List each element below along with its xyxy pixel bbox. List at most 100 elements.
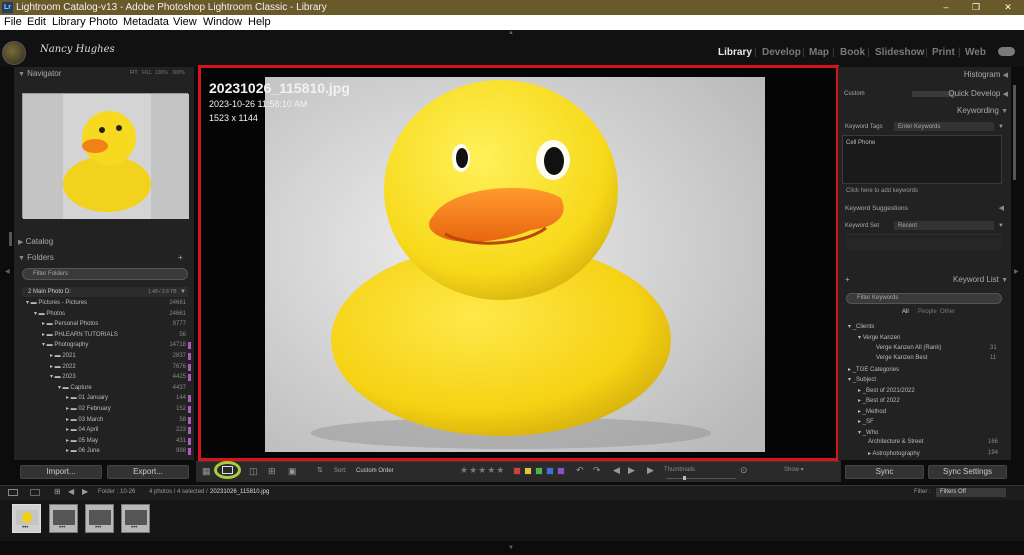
- keyword-tags-menu-icon[interactable]: ▼: [998, 122, 1004, 132]
- module-web[interactable]: Web: [965, 47, 986, 58]
- keywords-textarea[interactable]: Cell Phone: [842, 135, 1002, 184]
- folder-row[interactable]: ▸ ▬ 2021 2837: [18, 351, 192, 362]
- cloud-sync-icon[interactable]: [998, 47, 1015, 56]
- folder-row[interactable]: ▸ ▬ Personal Photos 9777: [18, 319, 192, 330]
- keyword-item[interactable]: ▸ _Method: [858, 408, 886, 415]
- previous-photo-icon[interactable]: ◀: [613, 465, 620, 476]
- keyword-suggestions-header[interactable]: Keyword Suggestions ◀: [842, 202, 1008, 215]
- folder-row[interactable]: ▸ ▬ 04 April 223: [18, 425, 192, 436]
- keyword-item[interactable]: ▸ _SF: [858, 418, 874, 425]
- thumbnail-size-slider[interactable]: [666, 478, 736, 479]
- folder-row[interactable]: ▾ ▬ Pictures - Pictures 24661: [18, 298, 192, 309]
- sync-settings-button[interactable]: Sync Settings: [928, 465, 1007, 479]
- module-slideshow[interactable]: Slideshow: [875, 47, 924, 58]
- filter-select[interactable]: Filters Off: [936, 488, 1006, 497]
- zoom-icon[interactable]: ⊙: [740, 465, 748, 476]
- menu-file[interactable]: File: [4, 15, 22, 30]
- catalog-header[interactable]: ▶ Catalog: [18, 235, 192, 248]
- rotate-right-icon[interactable]: ↷: [593, 465, 601, 476]
- folder-row[interactable]: ▸ ▬ PHLEARN TUTORIALS 56: [18, 330, 192, 341]
- add-folder-icon[interactable]: +: [178, 251, 183, 264]
- back-arrow-icon[interactable]: ◀: [68, 487, 74, 496]
- module-print[interactable]: Print: [932, 47, 955, 58]
- keyword-set-cell[interactable]: [846, 238, 898, 250]
- add-keywords-hint[interactable]: Click here to add keywords: [846, 188, 918, 194]
- filmstrip-thumb[interactable]: •••: [85, 504, 114, 533]
- loupe-view[interactable]: 20231026_115810.jpg 2023-10-26 11:58:10 …: [198, 65, 839, 461]
- zoom-fit[interactable]: FIT: [130, 67, 138, 80]
- module-library[interactable]: Library: [718, 47, 752, 58]
- keyword-item[interactable]: ▸ _Best of 2022: [858, 397, 900, 404]
- volume-menu-icon[interactable]: ▼: [180, 287, 186, 297]
- menu-window[interactable]: Window: [203, 15, 242, 30]
- slideshow-play-icon[interactable]: ▶: [647, 465, 654, 476]
- forward-arrow-icon[interactable]: ▶: [82, 487, 88, 496]
- right-panel-scrollbar[interactable]: [1013, 85, 1016, 180]
- keyword-item[interactable]: ▾ _Who: [858, 429, 878, 436]
- keyword-tab-people[interactable]: People: [918, 309, 937, 315]
- people-view-icon[interactable]: ▣: [288, 466, 297, 477]
- color-label-yellow[interactable]: [524, 467, 532, 475]
- grid-icon[interactable]: ⊞: [54, 487, 61, 496]
- filmstrip-selected-file[interactable]: 20231026_115810.jpg: [210, 489, 269, 495]
- quick-develop-header[interactable]: Quick Develop ◀: [842, 87, 1008, 100]
- keyword-item[interactable]: ▾ _Subject: [848, 376, 876, 383]
- minimize-button[interactable]: –: [932, 0, 960, 15]
- keyword-tags-row[interactable]: Keyword Tags Enter Keywords ▼: [842, 122, 1008, 132]
- color-label-purple[interactable]: [557, 467, 565, 475]
- folder-row[interactable]: ▸ ▬ 02 February 152: [18, 404, 192, 415]
- keyword-list-header[interactable]: + Keyword List ▼: [842, 273, 1008, 286]
- top-panel-toggle-icon[interactable]: ▲: [508, 30, 514, 36]
- secondary-window-icon[interactable]: [30, 489, 40, 496]
- close-button[interactable]: ✕: [994, 0, 1022, 15]
- compare-view-icon[interactable]: ◫: [249, 466, 258, 477]
- keyword-tags-select[interactable]: Enter Keywords: [894, 122, 994, 131]
- keywording-header[interactable]: Keywording ▼: [842, 104, 1008, 117]
- filmstrip-source[interactable]: Folder : 10-26: [98, 489, 135, 495]
- folder-row[interactable]: ▸ ▬ 05 May 431: [18, 436, 192, 447]
- main-photo-duck[interactable]: [201, 68, 836, 458]
- rotate-left-icon[interactable]: ↶: [576, 465, 584, 476]
- folder-row[interactable]: ▾ ▬ 2023 4425: [18, 372, 192, 383]
- keyword-item[interactable]: Architecture & Street: [868, 439, 923, 445]
- keyword-set-row[interactable]: Keyword Set Recent ▼: [842, 221, 1008, 231]
- menu-metadata[interactable]: Metadata: [123, 15, 169, 30]
- filmstrip-toggle-icon[interactable]: ▼: [508, 545, 514, 551]
- maximize-button[interactable]: ❐: [962, 0, 990, 15]
- color-label-green[interactable]: [535, 467, 543, 475]
- star-rating[interactable]: ★★★★★: [460, 465, 505, 476]
- histogram-header[interactable]: Histogram ◀: [842, 68, 1008, 81]
- keyword-item[interactable]: ▸ _Best of 2021/2022: [858, 387, 915, 394]
- module-develop[interactable]: Develop: [762, 47, 801, 58]
- import-button[interactable]: Import...: [20, 465, 102, 479]
- keyword-set-cell[interactable]: [898, 238, 950, 250]
- zoom-100[interactable]: 100%: [155, 67, 168, 80]
- zoom-fill[interactable]: FILL: [142, 67, 152, 80]
- color-label-blue[interactable]: [546, 467, 554, 475]
- navigator-preview[interactable]: [22, 93, 189, 219]
- module-map[interactable]: Map: [809, 47, 829, 58]
- add-keyword-icon[interactable]: +: [845, 273, 850, 286]
- menu-help[interactable]: Help: [248, 15, 271, 30]
- main-window-icon[interactable]: [8, 489, 18, 496]
- folder-row[interactable]: ▸ ▬ 2022 7676: [18, 362, 192, 373]
- left-panel-scrollbar[interactable]: [9, 232, 12, 246]
- volume-row[interactable]: 2 Main Photo D: 1.48 / 3.6 TB ▼: [22, 287, 188, 297]
- keyword-item[interactable]: Verge Kanzen All (Rank): [876, 345, 941, 351]
- toolbar-show-menu[interactable]: Show ▾: [784, 466, 804, 473]
- export-button[interactable]: Export...: [107, 465, 189, 479]
- keyword-item[interactable]: ▸ _TGE Categories: [848, 366, 899, 373]
- left-panel-toggle-icon[interactable]: ◀: [5, 268, 10, 275]
- navigator-header[interactable]: ▼ Navigator FIT FILL 100% 300%: [18, 67, 192, 80]
- keyword-tab-all[interactable]: All: [902, 309, 909, 315]
- sync-button[interactable]: Sync: [845, 465, 924, 479]
- folder-row[interactable]: ▾ ▬ Photos 24661: [18, 309, 192, 320]
- module-book[interactable]: Book: [840, 47, 865, 58]
- color-label-red[interactable]: [513, 467, 521, 475]
- menu-edit[interactable]: Edit: [27, 15, 46, 30]
- folder-row[interactable]: ▸ ▬ 01 January 144: [18, 393, 192, 404]
- folder-row[interactable]: ▸ ▬ 06 June 988: [18, 446, 192, 457]
- keyword-set-cell[interactable]: [950, 238, 1002, 250]
- folders-filter-input[interactable]: Filter Folders: [22, 268, 188, 280]
- keyword-item[interactable]: ▸ Astrophotography: [868, 450, 920, 457]
